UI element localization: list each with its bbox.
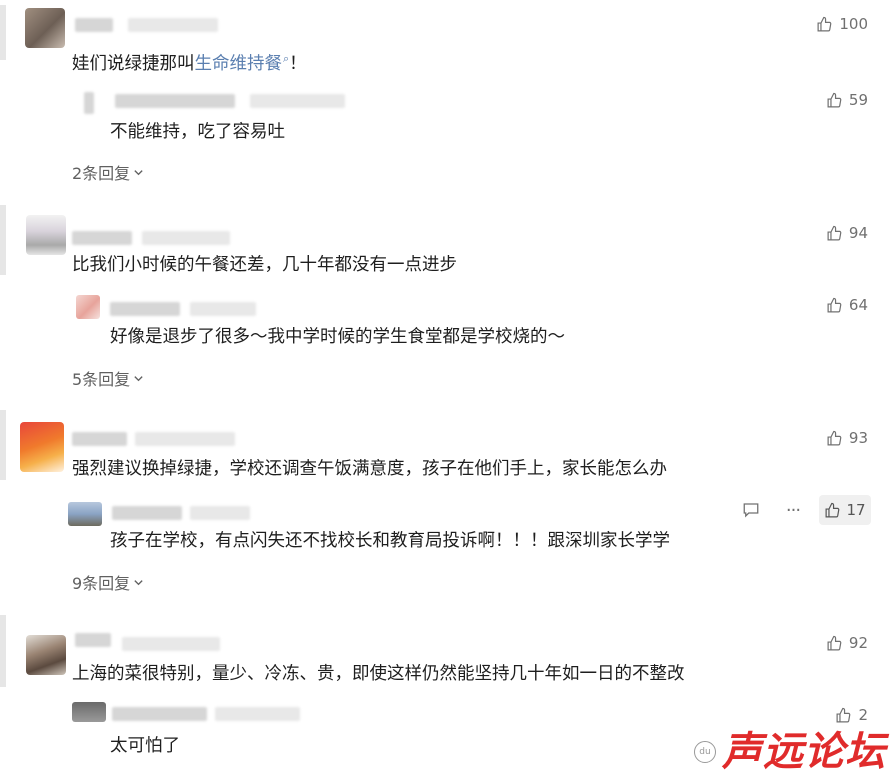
like-count: 2 — [858, 706, 868, 724]
like-count: 94 — [848, 224, 868, 242]
reply-meta-blurred — [190, 506, 250, 520]
topic-link[interactable]: 生命维持餐 — [195, 54, 283, 74]
username-blurred[interactable] — [75, 633, 111, 647]
thumbs-up-icon — [827, 297, 842, 312]
site-watermark: du 声远论坛 — [694, 730, 886, 774]
like-button[interactable]: 92 — [826, 634, 868, 652]
meta-blurred — [128, 18, 218, 32]
comment-text: 上海的菜很特别，量少、冷冻、贵，即使这样仍然能坚持几十年如一日的不整改 — [72, 664, 685, 684]
like-count: 100 — [839, 15, 868, 33]
more-dots-icon: ··· — [785, 499, 801, 521]
like-button[interactable]: 94 — [826, 224, 868, 242]
comment-thread: 100 娃们说绿捷那叫生命维持餐⌕！ 59 不能维持，吃了容易吐 2条回复 — [0, 0, 890, 200]
reply-avatar[interactable] — [72, 702, 106, 722]
thumbs-up-icon — [825, 502, 840, 517]
chevron-down-icon — [134, 579, 143, 585]
thumbs-up-icon — [836, 707, 851, 722]
reply-username-blurred[interactable] — [115, 94, 235, 108]
reply-meta-blurred — [250, 94, 345, 108]
username-blurred[interactable] — [72, 231, 132, 245]
reply-like-button[interactable]: 2 — [835, 706, 868, 724]
reply-avatar[interactable] — [76, 295, 100, 319]
speech-bubble-icon — [743, 503, 759, 518]
comment-text: 娃们说绿捷那叫生命维持餐⌕！ — [72, 52, 307, 74]
thumbs-up-icon — [827, 92, 842, 107]
comment-text: 强烈建议换掉绿捷，学校还调查午饭满意度，孩子在他们手上，家长能怎么办 — [72, 459, 667, 479]
reply-meta-blurred — [215, 707, 300, 721]
like-count: 92 — [848, 634, 868, 652]
more-replies-label: 9条回复 — [72, 574, 131, 593]
like-count: 17 — [846, 501, 866, 519]
watermark-logo-icon: du — [694, 741, 716, 763]
meta-blurred — [142, 231, 230, 245]
watermark-text: 声远论坛 — [722, 729, 886, 775]
reply-username-blurred[interactable] — [112, 506, 182, 520]
more-replies-link[interactable]: 9条回复 — [72, 570, 144, 594]
comment-thread: 94 比我们小时候的午餐还差，几十年都没有一点进步 64 好像是退步了很多～我中… — [0, 205, 890, 405]
reply-username-blurred[interactable] — [110, 302, 180, 316]
comment-feed: 100 娃们说绿捷那叫生命维持餐⌕！ 59 不能维持，吃了容易吐 2条回复 94… — [0, 0, 890, 780]
reply-username-blurred[interactable] — [112, 707, 207, 721]
comment-text: 比我们小时候的午餐还差，几十年都没有一点进步 — [72, 255, 457, 275]
reply-text: 太可怕了 — [110, 736, 180, 756]
reply-like-button[interactable]: 17 — [819, 495, 871, 525]
reply-text: 好像是退步了很多～我中学时候的学生食堂都是学校烧的～ — [110, 327, 565, 347]
thumbs-up-icon — [827, 635, 842, 650]
thumbs-up-icon — [827, 225, 842, 240]
more-replies-link[interactable]: 5条回复 — [72, 366, 144, 390]
like-count: 59 — [848, 91, 868, 109]
chevron-down-icon — [134, 169, 143, 175]
thread-indicator — [0, 5, 6, 60]
thread-indicator — [0, 615, 6, 687]
username-blurred[interactable] — [72, 432, 127, 446]
reply-avatar-blurred[interactable] — [84, 92, 94, 114]
comment-thread: 93 强烈建议换掉绿捷，学校还调查午饭满意度，孩子在他们手上，家长能怎么办 ··… — [0, 410, 890, 610]
reply-avatar[interactable] — [68, 502, 102, 526]
reply-text: 孩子在学校，有点闪失还不找校长和教育局投诉啊！！！跟深圳家长学学 — [110, 531, 670, 551]
thread-indicator — [0, 410, 6, 480]
reply-like-button[interactable]: 64 — [826, 296, 868, 314]
more-replies-link[interactable]: 2条回复 — [72, 160, 144, 184]
meta-blurred — [122, 637, 220, 651]
like-button[interactable]: 100 — [816, 15, 868, 33]
chevron-down-icon — [134, 375, 143, 381]
like-button[interactable]: 93 — [826, 429, 868, 447]
meta-blurred — [135, 432, 235, 446]
avatar[interactable] — [26, 635, 66, 675]
thread-indicator — [0, 205, 6, 275]
like-count: 93 — [848, 429, 868, 447]
more-replies-label: 2条回复 — [72, 164, 131, 183]
like-count: 64 — [848, 296, 868, 314]
reply-text: 不能维持，吃了容易吐 — [110, 122, 285, 142]
reply-like-button[interactable]: 59 — [826, 91, 868, 109]
username-blurred[interactable] — [75, 18, 113, 32]
avatar[interactable] — [26, 215, 66, 255]
more-replies-label: 5条回复 — [72, 370, 131, 389]
avatar[interactable] — [25, 8, 65, 48]
more-options-button[interactable]: ··· — [782, 499, 804, 521]
comment-reply-button[interactable] — [740, 499, 762, 521]
reply-meta-blurred — [190, 302, 256, 316]
thumbs-up-icon — [817, 16, 832, 31]
avatar[interactable] — [20, 422, 64, 472]
thumbs-up-icon — [827, 430, 842, 445]
